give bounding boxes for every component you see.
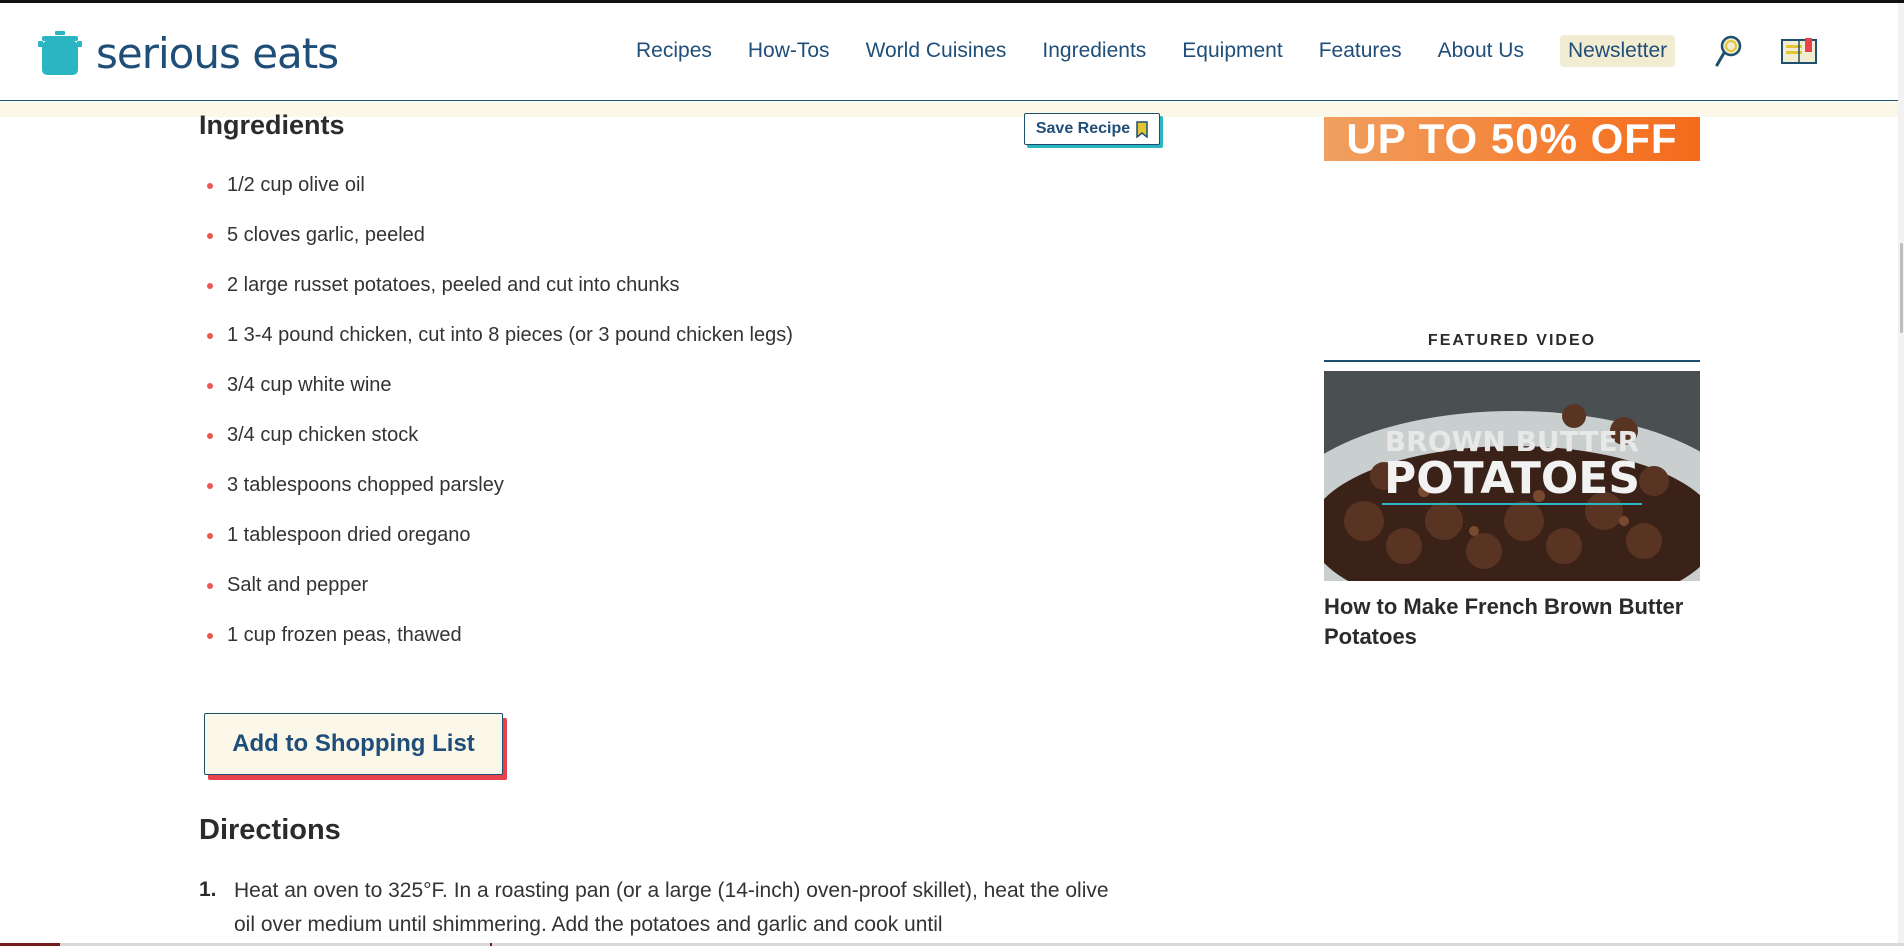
video-thumbnail-image: BROWN BUTTER POTATOES: [1324, 371, 1700, 581]
ad-banner[interactable]: UP TO 50% OFF: [1324, 117, 1700, 161]
nav-features[interactable]: Features: [1319, 39, 1402, 63]
site-header: serious eats Recipes How-Tos World Cuisi…: [0, 3, 1898, 101]
ingredient-item: 3 tablespoons chopped parsley: [199, 465, 1099, 515]
logo-wordmark: serious eats: [96, 29, 339, 78]
ingredient-item: 3/4 cup white wine: [199, 365, 1099, 415]
featured-video-label: FEATURED VIDEO: [1427, 332, 1597, 349]
nav-recipes[interactable]: Recipes: [636, 39, 712, 63]
video-overlay-line2: POTATOES: [1384, 453, 1640, 504]
ingredient-item: 1 3-4 pound chicken, cut into 8 pieces (…: [199, 315, 1099, 365]
page-scrollbar[interactable]: [1898, 3, 1904, 946]
directions-heading: Directions: [199, 814, 341, 846]
nav-equipment[interactable]: Equipment: [1182, 39, 1282, 63]
featured-video-title[interactable]: How to Make French Brown Butter Potatoes: [1324, 592, 1700, 652]
search-icon[interactable]: [1711, 33, 1747, 69]
ingredients-heading: Ingredients: [199, 110, 345, 140]
save-recipe-label: Save Recipe: [1035, 120, 1131, 137]
bookmark-icon: [1136, 120, 1148, 138]
nav-ingredients[interactable]: Ingredients: [1042, 39, 1146, 63]
featured-video-divider: [1324, 360, 1700, 362]
add-to-shopping-list-button[interactable]: Add to Shopping List: [204, 713, 503, 775]
ingredient-item: 2 large russet potatoes, peeled and cut …: [199, 265, 1099, 315]
featured-video-thumbnail[interactable]: BROWN BUTTER POTATOES: [1324, 371, 1700, 581]
scrollbar-thumb[interactable]: [1900, 243, 1903, 333]
ingredient-item: 3/4 cup chicken stock: [199, 415, 1099, 465]
nav-about-us[interactable]: About Us: [1438, 39, 1524, 63]
direction-step-text: Heat an oven to 325°F. In a roasting pan…: [234, 879, 1109, 936]
nav-newsletter[interactable]: Newsletter: [1559, 35, 1676, 67]
site-logo[interactable]: serious eats: [38, 29, 339, 78]
direction-step-number: 1.: [199, 878, 217, 901]
ingredient-item: 5 cloves garlic, peeled: [199, 215, 1099, 265]
main-nav: Recipes How-Tos World Cuisines Ingredien…: [636, 33, 1851, 69]
save-recipe-button[interactable]: Save Recipe: [1024, 113, 1160, 145]
ingredient-item: Salt and pepper: [199, 565, 1099, 615]
ingredient-item: 1/2 cup olive oil: [199, 165, 1099, 215]
ingredient-item: 1 cup frozen peas, thawed: [199, 615, 1099, 665]
ingredients-list: 1/2 cup olive oil 5 cloves garlic, peele…: [199, 165, 1099, 665]
pot-logo-icon: [38, 30, 82, 75]
nav-how-tos[interactable]: How-Tos: [748, 39, 830, 63]
saved-recipes-icon[interactable]: [1781, 33, 1818, 69]
nav-world-cuisines[interactable]: World Cuisines: [866, 39, 1007, 63]
ingredient-item: 1 tablespoon dried oregano: [199, 515, 1099, 565]
